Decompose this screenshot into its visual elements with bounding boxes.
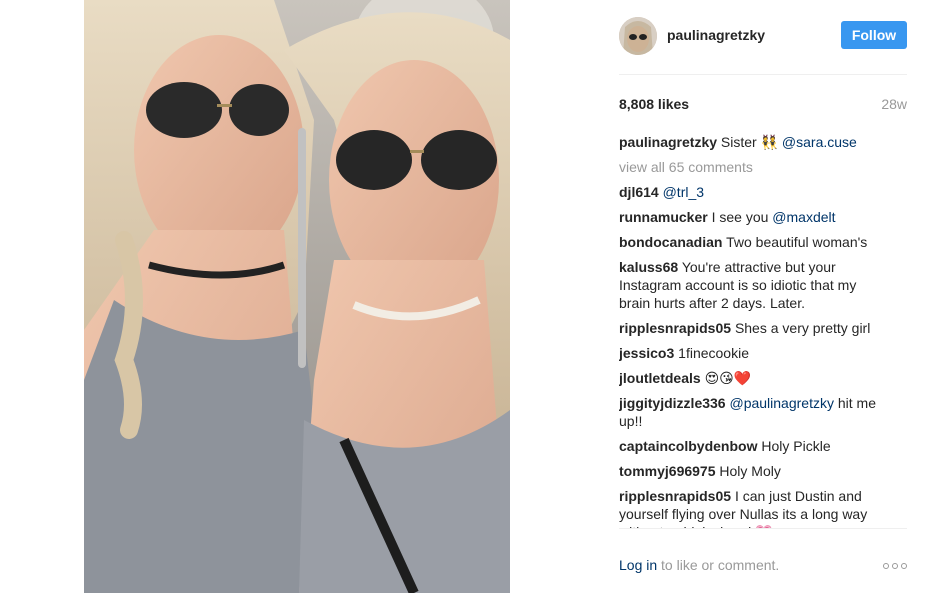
list-item: captaincolbydenbow Holy Pickle: [619, 437, 891, 455]
comment-username[interactable]: bondocanadian: [619, 234, 722, 250]
post-sidebar: paulinagretzky Follow 8,808 likes 28w pa…: [619, 0, 907, 593]
comment-username[interactable]: ripplesnrapids05: [619, 320, 731, 336]
post-age[interactable]: 28w: [881, 96, 907, 112]
comment-username[interactable]: jessico3: [619, 345, 674, 361]
comment-username[interactable]: jiggityjdizzle336: [619, 395, 726, 411]
list-item: bondocanadian Two beautiful woman's: [619, 233, 891, 251]
likes-count[interactable]: 8,808 likes: [619, 96, 689, 112]
post-footer: Log in to like or comment.: [619, 528, 907, 594]
follow-button[interactable]: Follow: [841, 21, 907, 49]
comment-username[interactable]: captaincolbydenbow: [619, 438, 757, 454]
dot-icon: [883, 563, 889, 569]
view-all-comments-link[interactable]: view all 65 comments: [619, 158, 891, 176]
list-item: kaluss68 You're attractive but your Inst…: [619, 258, 891, 312]
caption: paulinagretzky Sister 👯 @sara.cuse: [619, 133, 891, 151]
comment-username[interactable]: jloutletdeals: [619, 370, 701, 386]
avatar[interactable]: [619, 17, 657, 55]
comment-username[interactable]: tommyj696975: [619, 463, 716, 479]
comment-username[interactable]: runnamucker: [619, 209, 708, 225]
dot-icon: [901, 563, 907, 569]
list-item: jessico3 1finecookie: [619, 344, 891, 362]
comment-mention[interactable]: @trl_3: [663, 184, 704, 200]
caption-username[interactable]: paulinagretzky: [619, 134, 717, 150]
list-item: jiggityjdizzle336 @paulinagretzky hit me…: [619, 394, 891, 430]
list-item: ripplesnrapids05 I can just Dustin and y…: [619, 487, 891, 528]
avatar-image: [619, 17, 657, 55]
post-username[interactable]: paulinagretzky: [667, 27, 765, 43]
comment-text: Holy Pickle: [761, 438, 831, 454]
comment-username[interactable]: ripplesnrapids05: [619, 488, 731, 504]
comment-mention[interactable]: @maxdelt: [772, 209, 835, 225]
comment-text: Holy Moly: [719, 463, 781, 479]
comment-username[interactable]: djl614: [619, 184, 659, 200]
comment-text: I see you: [711, 209, 773, 225]
comment-text: Two beautiful woman's: [726, 234, 868, 250]
post-photo-image: [84, 0, 510, 593]
post-photo[interactable]: [84, 0, 510, 593]
list-item: tommyj696975 Holy Moly: [619, 462, 891, 480]
post-header: paulinagretzky Follow: [619, 0, 907, 75]
comment-text: 😍😘❤️: [704, 370, 752, 386]
comment-text: Shes a very pretty girl: [734, 320, 871, 336]
list-item: jloutletdeals 😍😘❤️: [619, 369, 891, 387]
login-prompt: Log in to like or comment.: [619, 557, 779, 573]
comment-mention[interactable]: @paulinagretzky: [729, 395, 834, 411]
list-item: runnamucker I see you @maxdelt: [619, 208, 891, 226]
list-item: djl614 @trl_3: [619, 183, 891, 201]
login-link[interactable]: Log in: [619, 557, 657, 573]
dot-icon: [892, 563, 898, 569]
list-item: ripplesnrapids05 Shes a very pretty girl: [619, 319, 891, 337]
comments-list[interactable]: paulinagretzky Sister 👯 @sara.cuse view …: [619, 122, 907, 528]
comments-scrollbar[interactable]: [298, 128, 306, 368]
caption-mention[interactable]: @sara.cuse: [782, 134, 857, 150]
comment-username[interactable]: kaluss68: [619, 259, 678, 275]
more-options-icon[interactable]: [883, 562, 907, 570]
comment-text: 1finecookie: [678, 345, 749, 361]
caption-text: Sister 👯: [720, 134, 779, 150]
login-prompt-text: to like or comment.: [657, 557, 780, 573]
